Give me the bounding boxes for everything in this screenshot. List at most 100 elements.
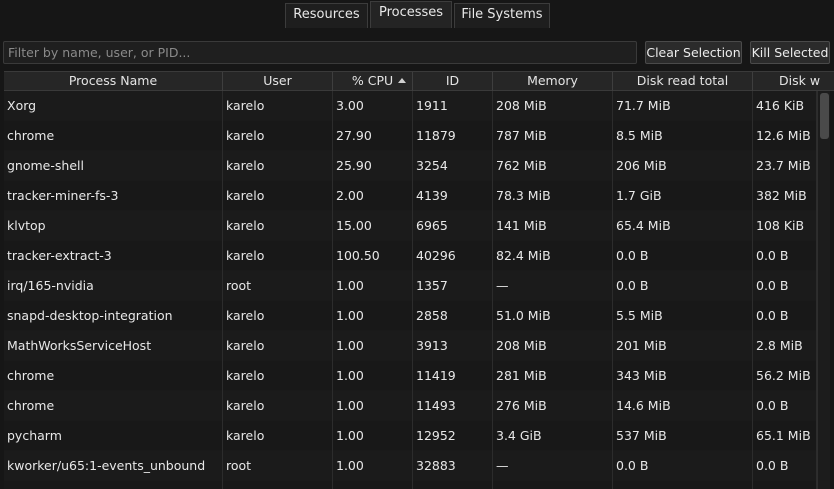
cell-disk-write: 56.2 MiB xyxy=(753,361,817,391)
cell-cpu: 3.00 xyxy=(333,91,413,121)
cell-user: karelo xyxy=(223,151,333,181)
cell-cpu: 15.00 xyxy=(333,211,413,241)
table-row[interactable]: Xorg karelo 3.00 1911 208 MiB 71.7 MiB 416 KiB xyxy=(4,91,817,121)
cell-user: root xyxy=(223,271,333,301)
filter-input[interactable] xyxy=(3,41,637,64)
cell-cpu: 1.00 xyxy=(333,271,413,301)
cell-disk-read-total: 206 MiB xyxy=(613,151,753,181)
cell-disk-write: 0.0 B xyxy=(753,451,817,481)
column-header-user[interactable]: User xyxy=(223,72,333,91)
table-row[interactable]: gnome-shell karelo 25.90 3254 762 MiB 206 MiB… xyxy=(4,151,817,181)
cell-process-name: kworker/u65:1-events_unbound xyxy=(4,451,223,481)
table-row[interactable]: tracker-miner-fs-3 karelo 2.00 4139 78.3 MiB… xyxy=(4,181,817,211)
cell-user: karelo xyxy=(223,211,333,241)
cell-memory xyxy=(493,481,613,489)
column-header-memory[interactable]: Memory xyxy=(493,72,613,91)
cell-process-name: Xorg xyxy=(4,91,223,121)
table-row[interactable]: pycharm karelo 1.00 12952 3.4 GiB 537 MiB 65.1… xyxy=(4,421,817,451)
cell-process-name: chrome xyxy=(4,121,223,151)
cell-disk-read-total: 71.7 MiB xyxy=(613,91,753,121)
cell-process-name: snapd-desktop-integration xyxy=(4,301,223,331)
cell-cpu: 1.00 xyxy=(333,451,413,481)
column-header-id[interactable]: ID xyxy=(413,72,493,91)
cell-id: 6965 xyxy=(413,211,493,241)
cell-disk-write: 108 KiB xyxy=(753,211,817,241)
table-row[interactable]: MathWorksServiceHost karelo 1.00 3913 208 Mi… xyxy=(4,331,817,361)
cell-id: 2858 xyxy=(413,301,493,331)
cell-memory: 3.4 GiB xyxy=(493,421,613,451)
cell-disk-read-total: 14.6 MiB xyxy=(613,391,753,421)
cell-user xyxy=(223,481,333,489)
cell-id: 3254 xyxy=(413,151,493,181)
table-row[interactable]: irq/165-nvidia root 1.00 1357—0.0 B 0.0 B xyxy=(4,271,817,301)
cell-user: karelo xyxy=(223,301,333,331)
cell-cpu: 1.00 xyxy=(333,301,413,331)
cell-cpu: 1.00 xyxy=(333,331,413,361)
cell-disk-write: 382 MiB xyxy=(753,181,817,211)
cell-memory: 208 MiB xyxy=(493,91,613,121)
cell-disk-read-total: 5.5 MiB xyxy=(613,301,753,331)
table-row[interactable]: chrome karelo 27.90 11879 787 MiB 8.5 MiB 12.6… xyxy=(4,121,817,151)
column-header-disk-write[interactable]: Disk w xyxy=(753,72,834,91)
cell-id: 11879 xyxy=(413,121,493,151)
cell-process-name: pycharm xyxy=(4,421,223,451)
table-row[interactable] xyxy=(4,481,817,489)
cell-id: 4139 xyxy=(413,181,493,211)
column-header-cpu-label: % CPU xyxy=(351,73,394,88)
cell-disk-write: 23.7 MiB xyxy=(753,151,817,181)
cell-id: 11493 xyxy=(413,391,493,421)
cell-disk-read-total: 8.5 MiB xyxy=(613,121,753,151)
scrollbar-thumb[interactable] xyxy=(820,93,829,139)
tab-bar: Resources Processes File Systems xyxy=(0,0,834,30)
cell-cpu: 2.00 xyxy=(333,181,413,211)
cell-id xyxy=(413,481,493,489)
table-row[interactable]: chrome karelo 1.00 11419 281 MiB 343 MiB 56.2 … xyxy=(4,361,817,391)
tab-resources[interactable]: Resources xyxy=(285,3,368,28)
cell-disk-write: 416 KiB xyxy=(753,91,817,121)
cell-user: karelo xyxy=(223,241,333,271)
cell-id: 3913 xyxy=(413,331,493,361)
cell-process-name: tracker-miner-fs-3 xyxy=(4,181,223,211)
cell-cpu: 1.00 xyxy=(333,361,413,391)
cell-cpu: 25.90 xyxy=(333,151,413,181)
vertical-scrollbar[interactable] xyxy=(817,91,830,489)
cell-cpu: 100.50 xyxy=(333,241,413,271)
cell-process-name: MathWorksServiceHost xyxy=(4,331,223,361)
cell-user: karelo xyxy=(223,121,333,151)
cell-process-name: gnome-shell xyxy=(4,151,223,181)
cell-disk-read-total: 1.7 GiB xyxy=(613,181,753,211)
cell-disk-write: 0.0 B xyxy=(753,301,817,331)
cell-disk-write: 2.8 MiB xyxy=(753,331,817,361)
cell-user: karelo xyxy=(223,181,333,211)
cell-memory: 787 MiB xyxy=(493,121,613,151)
table-row[interactable]: kworker/u65:1-events_unbound root 1.00 3288… xyxy=(4,451,817,481)
cell-process-name: chrome xyxy=(4,391,223,421)
column-header-disk-read-total[interactable]: Disk read total xyxy=(613,72,753,91)
tab-processes[interactable]: Processes xyxy=(370,1,452,28)
cell-disk-read-total: 0.0 B xyxy=(613,241,753,271)
tab-file-systems[interactable]: File Systems xyxy=(454,3,550,28)
clear-selection-button[interactable]: Clear Selection xyxy=(645,41,742,64)
cell-memory: 762 MiB xyxy=(493,151,613,181)
cell-disk-read-total xyxy=(613,481,753,489)
table-row[interactable]: chrome karelo 1.00 11493 276 MiB 14.6 MiB 0.0 … xyxy=(4,391,817,421)
cell-disk-write: 65.1 MiB xyxy=(753,421,817,451)
table-body: Xorg karelo 3.00 1911 208 MiB 71.7 MiB 416 KiB… xyxy=(4,91,817,489)
cell-cpu xyxy=(333,481,413,489)
cell-id: 11419 xyxy=(413,361,493,391)
column-header-cpu[interactable]: % CPU xyxy=(333,72,413,91)
cell-cpu: 1.00 xyxy=(333,391,413,421)
cell-memory: — xyxy=(493,451,613,481)
table-row[interactable]: tracker-extract-3 karelo 100.50 40296 82.4 M… xyxy=(4,241,817,271)
cell-disk-write: 0.0 B xyxy=(753,241,817,271)
cell-memory: 82.4 MiB xyxy=(493,241,613,271)
kill-selected-button[interactable]: Kill Selected xyxy=(750,41,830,64)
cell-memory: 78.3 MiB xyxy=(493,181,613,211)
table-row[interactable]: snapd-desktop-integration karelo 1.00 2858 5… xyxy=(4,301,817,331)
column-header-process-name[interactable]: Process Name xyxy=(4,72,223,91)
cell-cpu: 27.90 xyxy=(333,121,413,151)
sort-ascending-icon xyxy=(398,78,406,83)
cell-id: 1357 xyxy=(413,271,493,301)
table-row[interactable]: klvtop karelo 15.00 6965 141 MiB 65.4 MiB 108 … xyxy=(4,211,817,241)
cell-memory: 208 MiB xyxy=(493,331,613,361)
